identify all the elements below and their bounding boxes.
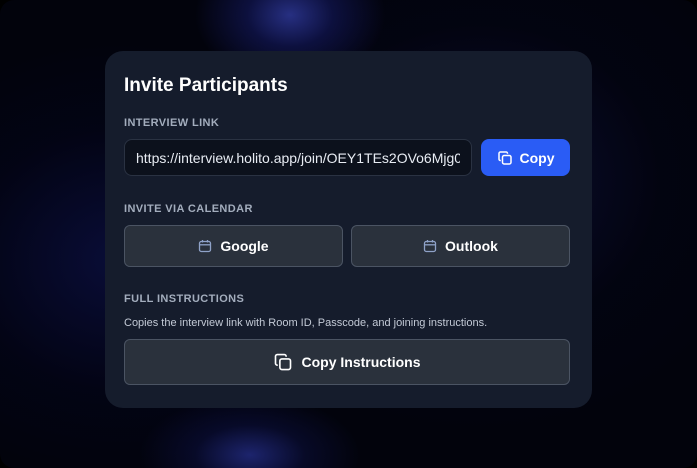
outlook-calendar-button[interactable]: Outlook	[351, 225, 570, 267]
copy-instructions-button[interactable]: Copy Instructions	[124, 339, 570, 385]
copy-icon	[497, 150, 513, 166]
calendar-icon	[198, 239, 212, 253]
google-calendar-label: Google	[220, 238, 269, 254]
copy-icon	[273, 352, 293, 372]
dialog-title: Invite Participants	[124, 75, 288, 96]
calendar-section-label: INVITE VIA CALENDAR	[124, 203, 253, 215]
calendar-icon	[423, 239, 437, 253]
invite-participants-dialog: Invite Participants INTERVIEW LINK Copy …	[105, 51, 592, 408]
copy-instructions-label: Copy Instructions	[301, 354, 421, 370]
copy-link-label: Copy	[519, 149, 555, 166]
app-background: Invite Participants INTERVIEW LINK Copy …	[0, 0, 697, 468]
instructions-description: Copies the interview link with Room ID, …	[124, 317, 488, 329]
instructions-section-label: FULL INSTRUCTIONS	[124, 293, 245, 305]
copy-link-button[interactable]: Copy	[481, 139, 570, 176]
interview-link-field[interactable]	[124, 139, 472, 176]
google-calendar-button[interactable]: Google	[124, 225, 343, 267]
interview-link-label: INTERVIEW LINK	[124, 117, 220, 129]
outlook-calendar-label: Outlook	[445, 238, 498, 254]
